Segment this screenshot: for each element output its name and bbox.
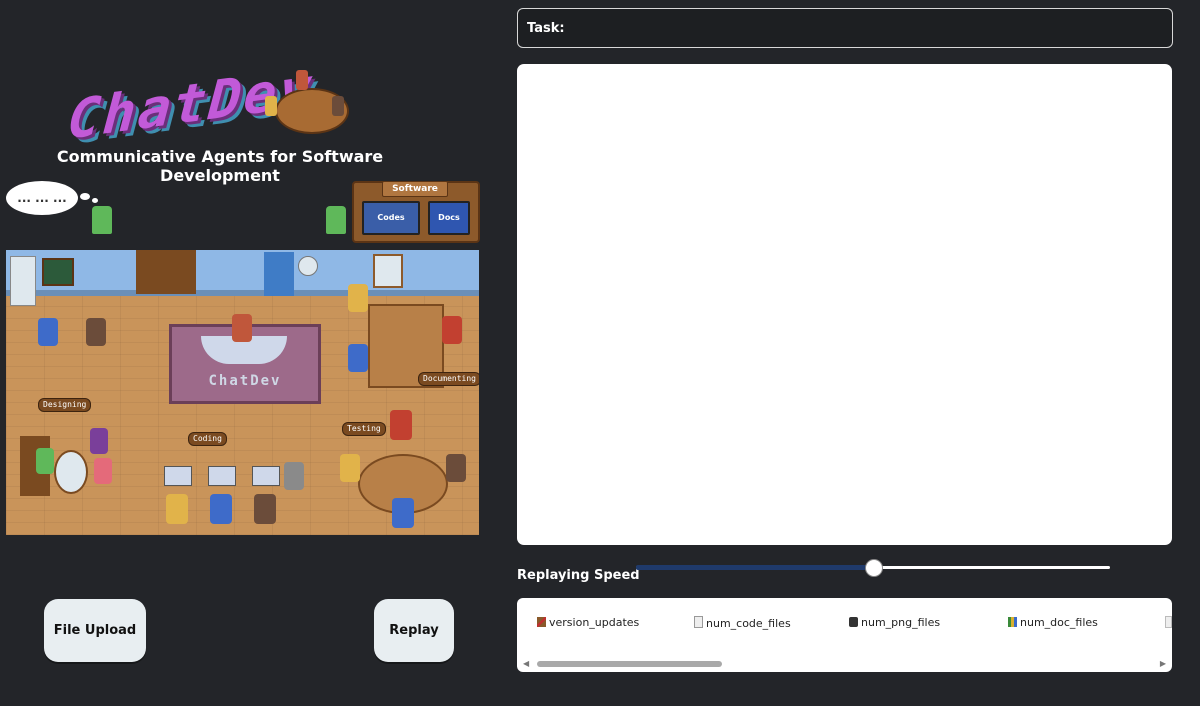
agent-sprite: [232, 314, 252, 342]
rug-text: ChatDev: [208, 373, 282, 389]
window-curtain: [264, 252, 294, 296]
agent-sprite: [326, 206, 346, 234]
codes-screen: Codes: [362, 201, 420, 235]
horizontal-scrollbar[interactable]: ◀ ▶: [523, 659, 1166, 668]
agent-sprite: [348, 284, 368, 312]
agent-sprite: [36, 448, 54, 474]
thought-bubble-dot: [80, 193, 90, 200]
testing-sign: Testing: [342, 422, 386, 436]
file-stat-label: version_updates: [549, 616, 640, 629]
replaying-speed-label: Replaying Speed: [517, 568, 640, 583]
software-sign: Software: [382, 181, 448, 197]
codes-label: Codes: [377, 213, 405, 222]
task-input[interactable]: Task:: [517, 8, 1173, 48]
file-stat-item-clipped: [1165, 616, 1172, 630]
designing-table: [54, 450, 88, 494]
file-upload-button[interactable]: File Upload: [44, 599, 146, 662]
replay-button[interactable]: Replay: [374, 599, 454, 662]
file-stat-label: num_png_files: [861, 616, 941, 629]
file-stat-label: num_doc_files: [1020, 616, 1098, 629]
agent-sprite: [38, 318, 58, 346]
agent-sprite: [390, 410, 412, 440]
water-cooler: [10, 256, 36, 306]
wall-clock: [298, 256, 318, 276]
agent-sprite: [210, 494, 232, 524]
scroll-right-icon[interactable]: ▶: [1160, 659, 1166, 668]
computer-desk: [252, 466, 280, 486]
thought-bubble-dot: [92, 198, 98, 203]
agent-sprite: [392, 498, 414, 528]
file-stat-item: num_doc_files: [1008, 616, 1098, 629]
agent-sprite: [86, 318, 106, 346]
scroll-left-icon[interactable]: ◀: [523, 659, 529, 668]
file-stat-item: version_updates: [537, 616, 639, 629]
designing-sign: Designing: [38, 398, 92, 412]
staircase: [136, 250, 196, 294]
file-stat-item: num_code_files: [694, 616, 791, 630]
software-output-panel: Software Codes Docs: [352, 181, 480, 243]
agent-sprite: [442, 316, 462, 344]
agent-sprite: [340, 454, 360, 482]
computer-desk: [208, 466, 236, 486]
page-subtitle: Communicative Agents for Software Develo…: [56, 147, 384, 185]
documenting-sign: Documenting: [418, 372, 479, 386]
file-stats-panel: version_updates num_code_files num_png_f…: [517, 598, 1172, 672]
document-icon: [1165, 616, 1172, 628]
speed-slider-handle[interactable]: [865, 559, 883, 577]
docs-label: Docs: [438, 213, 460, 222]
wall-poster: [373, 254, 403, 288]
document-icon: [694, 616, 703, 628]
office-wall: [6, 250, 479, 296]
office-scene: ChatDev Documenting Designing Coding Tes…: [6, 250, 479, 535]
replay-chat-panel[interactable]: [517, 64, 1172, 545]
agent-sprite: [284, 462, 304, 490]
computer-desk: [164, 466, 192, 486]
agent-sprite: [446, 454, 466, 482]
books-icon: [1008, 617, 1017, 627]
agent-sprite: [90, 428, 108, 454]
chatdev-logo: ChatDev: [60, 38, 360, 152]
logo-character: [265, 96, 277, 116]
agent-sprite: [348, 344, 368, 372]
file-stat-item: num_png_files: [849, 616, 940, 629]
agent-sprite: [92, 206, 112, 234]
coding-sign: Coding: [188, 432, 227, 446]
scrollbar-thumb[interactable]: [537, 661, 722, 667]
agent-sprite: [166, 494, 188, 524]
logo-character: [296, 70, 308, 90]
speed-slider-fill: [636, 565, 873, 570]
docs-book: Docs: [428, 201, 470, 235]
file-stat-label: num_code_files: [706, 617, 791, 630]
agent-sprite: [94, 458, 112, 484]
chatdev-page: { "theme": { "background": "#232529", "p…: [0, 0, 1200, 706]
hammer-icon: [537, 617, 546, 627]
thought-bubble: ... ... ...: [6, 181, 78, 215]
task-label: Task:: [527, 21, 565, 36]
logo-character: [332, 96, 344, 116]
image-icon: [849, 617, 858, 627]
agent-sprite: [254, 494, 276, 524]
chalkboard: [42, 258, 74, 286]
